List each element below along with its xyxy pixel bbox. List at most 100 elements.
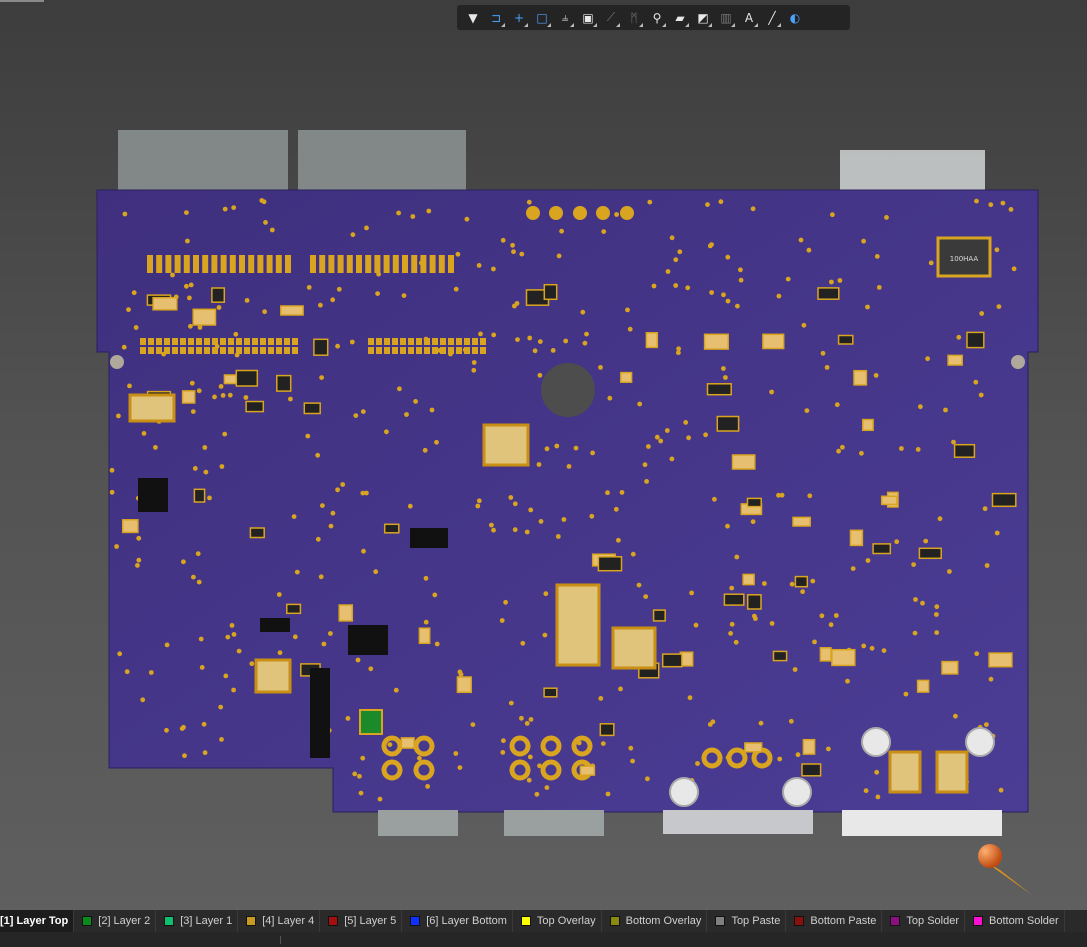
layer-tab[interactable]: Bottom Paste <box>786 910 883 932</box>
pcb-3d-viewport[interactable]: 100HAA ▼ ⊐ + □ ⫨ ▣ ⟋ ᛗ ⚲ ▰ ◩ ▥ A ╱ ◐ <box>0 0 1087 910</box>
layer-color-swatch <box>328 916 339 926</box>
connector-pad <box>147 255 153 273</box>
3d-body-icon[interactable]: ◐ <box>785 8 805 28</box>
layer-tab[interactable]: Bottom Solder <box>965 910 1065 932</box>
smd-component <box>941 660 959 675</box>
via <box>141 431 147 436</box>
via <box>330 510 336 516</box>
via <box>501 738 506 744</box>
via <box>735 303 740 309</box>
smd-pad <box>220 338 226 345</box>
via <box>231 632 237 637</box>
via <box>826 746 831 752</box>
layer-tab[interactable]: Top Overlay <box>513 910 602 932</box>
via <box>625 307 630 313</box>
select-rect-icon[interactable]: □ <box>532 8 552 28</box>
text-icon[interactable]: A <box>739 8 759 28</box>
layer-tab[interactable]: Bottom Overlay <box>602 910 708 932</box>
via <box>122 211 128 217</box>
component-icon[interactable]: ▣ <box>578 8 598 28</box>
layer-tab[interactable]: Top Solder <box>882 910 965 932</box>
smd-component <box>181 390 196 404</box>
ic-package <box>310 668 330 758</box>
line-icon-glyph: ╱ <box>768 10 776 25</box>
pcb-board-render[interactable]: 100HAA <box>0 0 1087 910</box>
layer-tab[interactable]: [3] Layer 1 <box>156 910 239 932</box>
via <box>555 534 561 539</box>
connector-pad <box>165 255 172 273</box>
via <box>636 582 642 588</box>
layer-tab[interactable]: Top Paste <box>707 910 787 932</box>
via <box>476 263 482 268</box>
via <box>133 325 139 330</box>
via <box>725 523 730 529</box>
via <box>978 392 984 398</box>
via <box>336 286 342 292</box>
via <box>182 753 187 759</box>
polygon-icon[interactable]: ◩ <box>693 8 713 28</box>
3d-orientation-cone[interactable] <box>978 844 1032 895</box>
smd-pad <box>432 338 438 345</box>
via <box>353 413 359 418</box>
via <box>423 619 429 625</box>
ic-package <box>260 618 290 632</box>
smd-component <box>599 723 615 737</box>
via <box>934 612 939 617</box>
via <box>216 305 222 310</box>
via <box>580 309 586 315</box>
via <box>707 722 713 727</box>
magnet-icon[interactable]: ⊐ <box>486 8 506 28</box>
connector-pad <box>310 255 316 273</box>
crosshair-icon[interactable]: + <box>509 8 529 28</box>
connector-pad <box>202 255 209 273</box>
inductor-marking: 100HAA <box>950 255 979 263</box>
smd-component <box>831 648 856 667</box>
via <box>404 412 409 417</box>
connector-pad <box>438 255 445 273</box>
fill-icon-glyph: ▰ <box>675 10 685 25</box>
via <box>630 551 636 557</box>
smd-pad <box>408 338 414 345</box>
via <box>199 665 205 670</box>
smd-component <box>418 627 431 645</box>
via <box>220 393 226 398</box>
align-icon[interactable]: ⫨ <box>555 8 575 28</box>
smd-component <box>746 497 762 508</box>
via <box>925 356 930 362</box>
via <box>953 713 958 719</box>
diff-pair-icon[interactable]: ᛗ <box>624 8 644 28</box>
smd-component <box>988 652 1013 668</box>
via <box>249 661 255 667</box>
smd-pad <box>172 338 178 345</box>
filter-icon[interactable]: ▼ <box>463 8 483 28</box>
via <box>527 754 533 760</box>
via <box>769 389 774 395</box>
chart-icon[interactable]: ▥ <box>716 8 736 28</box>
smd-component <box>456 676 472 694</box>
via <box>837 278 843 283</box>
layer-tab[interactable]: [6] Layer Bottom <box>402 910 513 932</box>
layer-tab[interactable]: [4] Layer 4 <box>238 910 321 932</box>
layer-tab[interactable]: [2] Layer 2 <box>74 910 157 932</box>
fill-icon[interactable]: ▰ <box>670 8 690 28</box>
via <box>937 516 943 522</box>
smd-pad <box>228 347 234 354</box>
via <box>884 215 889 220</box>
layer-tab[interactable]: [5] Layer 5 <box>320 910 403 932</box>
via <box>728 631 733 636</box>
dropdown-indicator <box>616 22 620 27</box>
smd-component <box>313 338 329 356</box>
smd-pad <box>204 347 210 354</box>
via <box>491 332 497 338</box>
route-icon[interactable]: ⟋ <box>601 8 621 28</box>
via <box>881 648 887 653</box>
via-icon[interactable]: ⚲ <box>647 8 667 28</box>
smd-pad <box>188 338 194 345</box>
layer-tab-label: [5] Layer 5 <box>344 915 397 927</box>
layer-tab[interactable]: [1] Layer Top <box>0 910 75 932</box>
via <box>198 636 204 642</box>
via <box>357 773 362 779</box>
via <box>527 335 533 341</box>
line-icon[interactable]: ╱ <box>762 8 782 28</box>
via <box>752 613 757 619</box>
